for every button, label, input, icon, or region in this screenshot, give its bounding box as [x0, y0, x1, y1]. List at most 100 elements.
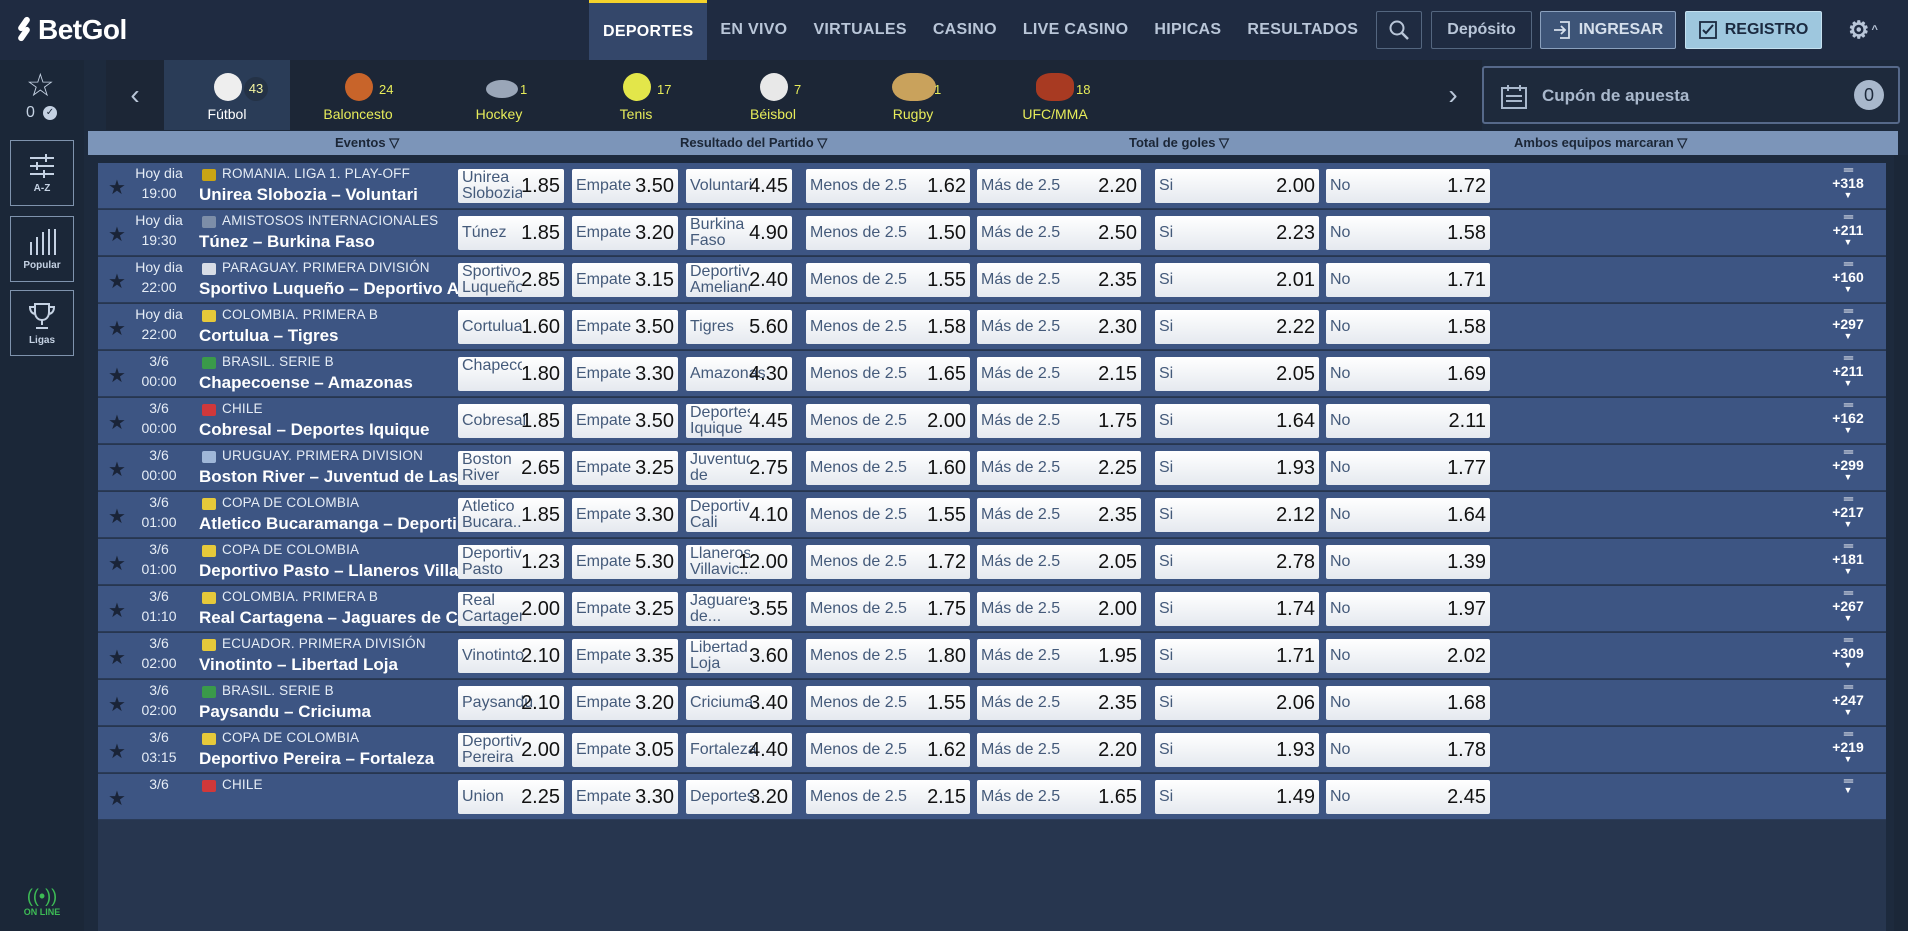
odd-home[interactable]: Vinotinto 2.10	[458, 639, 564, 673]
favorite-star-icon[interactable]: ★	[108, 316, 126, 341]
sport-tab-0[interactable]: 43 Fútbol	[164, 60, 290, 130]
odd-under[interactable]: Menos de 2.5 1.62	[806, 169, 970, 203]
favorite-star-icon[interactable]: ★	[108, 551, 126, 576]
odd-away[interactable]: Juventud de Las...2.75	[686, 451, 792, 485]
favorite-star-icon[interactable]: ★	[108, 598, 126, 623]
odd-over[interactable]: Más de 2.5 2.05	[977, 545, 1141, 579]
odd-under[interactable]: Menos de 2.5 2.15	[806, 780, 970, 814]
odd-draw[interactable]: Empate 3.50	[572, 310, 678, 344]
odd-away[interactable]: Criciuma 3.40	[686, 686, 792, 720]
odd-btts-yes[interactable]: Si 1.71	[1155, 639, 1319, 673]
odd-btts-yes[interactable]: Si 2.12	[1155, 498, 1319, 532]
chevron-right-icon[interactable]: ›	[1424, 60, 1482, 130]
odd-draw[interactable]: Empate 3.35	[572, 639, 678, 673]
chevron-left-icon[interactable]: ‹	[106, 60, 164, 130]
more-markets-button[interactable]: ═ +297 ▼	[1828, 304, 1868, 341]
odd-over[interactable]: Más de 2.5 2.25	[977, 451, 1141, 485]
odd-draw[interactable]: Empate 3.25	[572, 451, 678, 485]
odd-away[interactable]: Deportivo Cali4.10	[686, 498, 792, 532]
more-markets-button[interactable]: ═ +160 ▼	[1828, 257, 1868, 294]
more-markets-button[interactable]: ═ +299 ▼	[1828, 445, 1868, 482]
match-name[interactable]: Atletico Bucaramanga – Deportivo Cali	[199, 514, 479, 534]
odd-home[interactable]: Boston River 2.65	[458, 451, 564, 485]
match-name[interactable]: Deportivo Pereira – Fortaleza	[199, 749, 479, 769]
more-markets-button[interactable]: ═ +219 ▼	[1828, 727, 1868, 764]
odd-btts-yes[interactable]: Si 2.78	[1155, 545, 1319, 579]
match-name[interactable]: Chapecoense – Amazonas	[199, 373, 479, 393]
odd-over[interactable]: Más de 2.5 2.35	[977, 686, 1141, 720]
odd-home[interactable]: Atletico Bucara... 1.85	[458, 498, 564, 532]
odd-home[interactable]: Sportivo Luqueño 2.85	[458, 263, 564, 297]
odd-btts-yes[interactable]: Si 2.01	[1155, 263, 1319, 297]
odd-btts-yes[interactable]: Si 2.05	[1155, 357, 1319, 391]
sport-tab-2[interactable]: 1 Hockey	[436, 60, 562, 130]
odd-over[interactable]: Más de 2.5 2.35	[977, 498, 1141, 532]
odd-btts-yes[interactable]: Si 1.49	[1155, 780, 1319, 814]
popular-button[interactable]: Popular	[10, 216, 74, 282]
odd-home[interactable]: Chapecoense1.80	[458, 357, 564, 391]
match-name[interactable]: Boston River – Juventud de Las Piedras	[199, 467, 479, 487]
odd-home[interactable]: Deportivo Pereira2.00	[458, 733, 564, 767]
favorite-star-icon[interactable]: ★	[108, 363, 126, 388]
odd-btts-no[interactable]: No 1.69	[1326, 357, 1490, 391]
odd-btts-yes[interactable]: Si 1.93	[1155, 733, 1319, 767]
col-events[interactable]: Eventos ▽	[335, 135, 399, 151]
odd-draw[interactable]: Empate 3.30	[572, 357, 678, 391]
odd-under[interactable]: Menos de 2.5 1.55	[806, 263, 970, 297]
nav-casino[interactable]: CASINO	[920, 0, 1010, 60]
nav-deportes[interactable]: DEPORTES	[589, 0, 708, 60]
login-button[interactable]: INGRESAR	[1540, 11, 1676, 49]
odd-over[interactable]: Más de 2.5 2.00	[977, 592, 1141, 626]
odd-btts-yes[interactable]: Si 1.93	[1155, 451, 1319, 485]
more-markets-button[interactable]: ═ +247 ▼	[1828, 680, 1868, 717]
betgol-logo[interactable]: BetGol	[10, 12, 127, 48]
more-markets-button[interactable]: ═ +211 ▼	[1828, 351, 1868, 388]
odd-over[interactable]: Más de 2.5 1.95	[977, 639, 1141, 673]
sport-tab-4[interactable]: 7 Béisbol	[710, 60, 836, 130]
odd-btts-yes[interactable]: Si 1.74	[1155, 592, 1319, 626]
match-name[interactable]: Túnez – Burkina Faso	[199, 232, 479, 252]
nav-live-casino[interactable]: LIVE CASINO	[1010, 0, 1142, 60]
odd-draw[interactable]: Empate 3.50	[572, 169, 678, 203]
scrollbar[interactable]	[1894, 155, 1908, 931]
more-markets-button[interactable]: ═ +318 ▼	[1828, 163, 1868, 200]
odd-away[interactable]: Llaneros Villavic... 12.00	[686, 545, 792, 579]
favorite-star-icon[interactable]: ★	[108, 175, 126, 200]
favorite-star-icon[interactable]: ★	[108, 786, 126, 811]
odd-away[interactable]: Burkina Faso 4.90	[686, 216, 792, 250]
odd-btts-no[interactable]: No 1.58	[1326, 216, 1490, 250]
match-name[interactable]: Cobresal – Deportes Iquique	[199, 420, 479, 440]
sport-tab-6[interactable]: 18 UFC/MMA	[992, 60, 1118, 130]
odd-home[interactable]: Real Cartagena2.00	[458, 592, 564, 626]
odd-over[interactable]: Más de 2.5 2.30	[977, 310, 1141, 344]
leagues-button[interactable]: Ligas	[10, 290, 74, 356]
favorite-star-icon[interactable]: ★	[108, 739, 126, 764]
settings-button[interactable]: ⚙ ^	[1838, 11, 1888, 49]
odd-btts-no[interactable]: No 1.64	[1326, 498, 1490, 532]
odd-btts-no[interactable]: No 1.77	[1326, 451, 1490, 485]
odd-home[interactable]: Deportivo Pasto1.23	[458, 545, 564, 579]
nav-en-vivo[interactable]: EN VIVO	[707, 0, 800, 60]
match-name[interactable]: Real Cartagena – Jaguares de Córdoba	[199, 608, 479, 628]
sport-tab-5[interactable]: 1 Rugby	[850, 60, 976, 130]
odd-under[interactable]: Menos de 2.5 1.65	[806, 357, 970, 391]
odd-btts-no[interactable]: No 1.78	[1326, 733, 1490, 767]
odd-under[interactable]: Menos de 2.5 1.55	[806, 498, 970, 532]
odd-draw[interactable]: Empate 3.25	[572, 592, 678, 626]
odd-over[interactable]: Más de 2.5 2.20	[977, 169, 1141, 203]
odd-draw[interactable]: Empate 3.05	[572, 733, 678, 767]
more-markets-button[interactable]: ═ +211 ▼	[1828, 210, 1868, 247]
favorite-star-icon[interactable]: ★	[108, 692, 126, 717]
odd-draw[interactable]: Empate 5.30	[572, 545, 678, 579]
odd-home[interactable]: Unirea Slobozia 1.85	[458, 169, 564, 203]
odd-btts-no[interactable]: No 2.11	[1326, 404, 1490, 438]
nav-hipicas[interactable]: HIPICAS	[1141, 0, 1234, 60]
deposit-button[interactable]: Depósito	[1431, 11, 1532, 49]
odd-draw[interactable]: Empate 3.15	[572, 263, 678, 297]
favorite-star-icon[interactable]: ★	[108, 457, 126, 482]
odd-over[interactable]: Más de 2.5 2.15	[977, 357, 1141, 391]
odd-away[interactable]: Voluntari 4.45	[686, 169, 792, 203]
more-markets-button[interactable]: ═ +217 ▼	[1828, 492, 1868, 529]
favorite-star-icon[interactable]: ★	[108, 269, 126, 294]
odd-home[interactable]: Union 2.25	[458, 780, 564, 814]
